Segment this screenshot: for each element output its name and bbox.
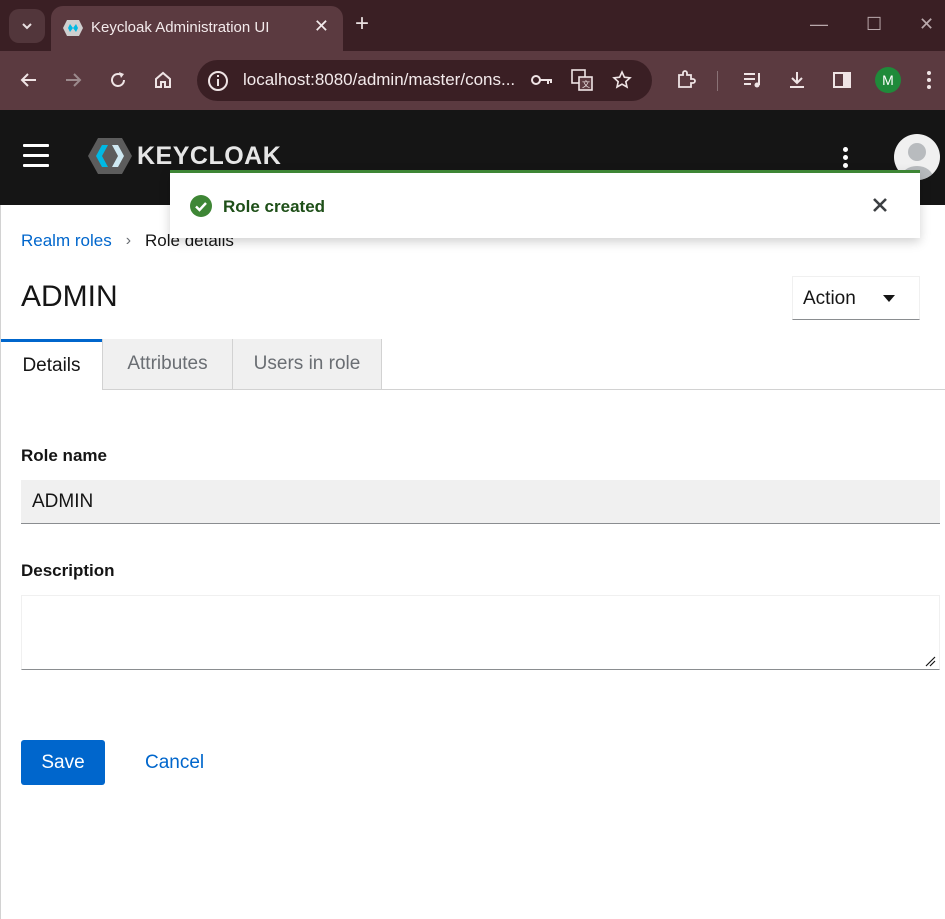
minimize-icon[interactable]: — xyxy=(810,14,828,35)
toast-close-icon[interactable] xyxy=(870,195,890,215)
back-icon[interactable] xyxy=(17,68,41,92)
tab-details[interactable]: Details xyxy=(1,339,102,390)
browser-tab-bar: Keycloak Administration UI ✕ + — ☐ ✕ xyxy=(0,0,945,51)
svg-text:文: 文 xyxy=(582,79,590,89)
maximize-icon[interactable]: ☐ xyxy=(866,14,882,35)
home-icon[interactable] xyxy=(151,68,175,92)
tab-details-label: Details xyxy=(22,355,81,376)
profile-avatar[interactable]: M xyxy=(875,67,901,93)
chevron-right-icon: › xyxy=(125,232,132,249)
description-label: Description xyxy=(21,561,115,580)
success-toast: Role created xyxy=(170,170,920,238)
window-close-icon[interactable]: ✕ xyxy=(919,14,934,35)
cancel-button[interactable]: Cancel xyxy=(145,752,204,774)
bookmark-star-icon[interactable] xyxy=(610,68,634,92)
hamburger-menu-icon[interactable] xyxy=(23,144,49,170)
new-tab-icon[interactable]: + xyxy=(355,12,369,36)
tab-search-button[interactable] xyxy=(9,9,45,43)
tab-title: Keycloak Administration UI xyxy=(91,19,270,36)
tab-attributes-label: Attributes xyxy=(127,353,208,374)
browser-menu-icon[interactable] xyxy=(917,68,941,92)
save-button[interactable]: Save xyxy=(21,740,105,785)
page-title: ADMIN xyxy=(21,280,118,313)
url-text: localhost:8080/admin/master/cons... xyxy=(243,70,516,89)
role-name-field[interactable] xyxy=(21,480,940,524)
tab-users-in-role-label: Users in role xyxy=(253,353,361,374)
keycloak-logo-icon xyxy=(88,138,132,174)
forward-icon[interactable] xyxy=(61,68,85,92)
description-field[interactable] xyxy=(21,595,940,670)
header-kebab-icon[interactable] xyxy=(840,147,850,169)
reload-icon[interactable] xyxy=(106,68,130,92)
resize-grip-icon[interactable] xyxy=(924,655,936,667)
role-name-label: Role name xyxy=(21,446,107,465)
keycloak-favicon-icon xyxy=(63,20,83,36)
password-key-icon[interactable] xyxy=(530,68,554,92)
address-bar[interactable]: localhost:8080/admin/master/cons... 文 xyxy=(197,60,652,101)
tab-users-in-role[interactable]: Users in role xyxy=(232,339,382,390)
site-info-icon[interactable] xyxy=(207,70,229,92)
side-panel-icon[interactable] xyxy=(830,68,854,92)
translate-icon[interactable]: 文 xyxy=(570,68,594,92)
breadcrumb-realm-roles-link[interactable]: Realm roles xyxy=(21,231,112,251)
action-dropdown[interactable]: Action xyxy=(792,276,920,320)
page-left-border xyxy=(0,205,1,919)
media-controls-icon[interactable] xyxy=(741,68,765,92)
check-circle-icon xyxy=(190,195,212,217)
tab-attributes[interactable]: Attributes xyxy=(102,339,232,390)
caret-down-icon xyxy=(883,295,895,302)
download-icon[interactable] xyxy=(785,68,809,92)
action-dropdown-label: Action xyxy=(803,288,856,309)
logo-text: KEYCLOAK xyxy=(137,141,282,170)
browser-tab[interactable]: Keycloak Administration UI ✕ xyxy=(51,6,343,51)
role-tabs: Details Attributes Users in role xyxy=(1,339,945,390)
toast-message: Role created xyxy=(223,197,326,216)
browser-toolbar: localhost:8080/admin/master/cons... 文 M xyxy=(0,51,945,110)
extensions-icon[interactable] xyxy=(674,68,698,92)
chevron-down-icon xyxy=(22,23,32,30)
tab-close-icon[interactable]: ✕ xyxy=(314,16,329,37)
toolbar-divider xyxy=(717,71,718,91)
